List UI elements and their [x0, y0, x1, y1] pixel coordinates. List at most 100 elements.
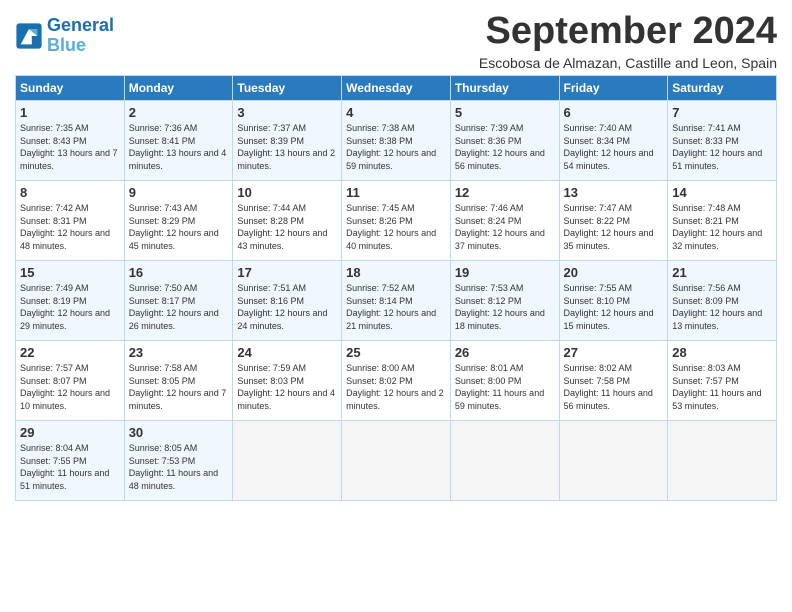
- day-number: 6: [564, 105, 664, 120]
- col-header-thursday: Thursday: [450, 76, 559, 101]
- day-number: 22: [20, 345, 120, 360]
- cell-info: Sunrise: 7:42 AMSunset: 8:31 PMDaylight:…: [20, 203, 110, 251]
- calendar-cell-day-1: 1 Sunrise: 7:35 AMSunset: 8:43 PMDaylight…: [16, 101, 125, 181]
- cell-info: Sunrise: 8:04 AMSunset: 7:55 PMDaylight:…: [20, 443, 109, 491]
- cell-info: Sunrise: 7:38 AMSunset: 8:38 PMDaylight:…: [346, 123, 436, 171]
- calendar-cell-day-12: 12Sunrise: 7:46 AMSunset: 8:24 PMDayligh…: [450, 181, 559, 261]
- day-number: 29: [20, 425, 120, 440]
- empty-cell: [450, 421, 559, 501]
- cell-info: Sunrise: 7:46 AMSunset: 8:24 PMDaylight:…: [455, 203, 545, 251]
- calendar-cell-day-2: 2Sunrise: 7:36 AMSunset: 8:41 PMDaylight…: [124, 101, 233, 181]
- calendar-cell-day-20: 20 Sunrise: 7:55 AMSunset: 8:10 PMDayligh…: [559, 261, 668, 341]
- calendar-cell-day-15: 15 Sunrise: 7:49 AMSunset: 8:19 PMDayligh…: [16, 261, 125, 341]
- day-number: 8: [20, 185, 120, 200]
- empty-cell: [233, 421, 342, 501]
- cell-info: Sunrise: 7:43 AMSunset: 8:29 PMDaylight:…: [129, 203, 219, 251]
- day-number: 9: [129, 185, 229, 200]
- day-number: 15: [20, 265, 120, 280]
- cell-info: Sunrise: 7:49 AMSunset: 8:19 PMDaylight:…: [20, 283, 110, 331]
- calendar-cell-day-21: 21 Sunrise: 7:56 AMSunset: 8:09 PMDayligh…: [668, 261, 777, 341]
- cell-info: Sunrise: 7:57 AMSunset: 8:07 PMDaylight:…: [20, 363, 110, 411]
- day-number: 13: [564, 185, 664, 200]
- calendar-cell-day-14: 14 Sunrise: 7:48 AMSunset: 8:21 PMDayligh…: [668, 181, 777, 261]
- day-number: 1: [20, 105, 120, 120]
- calendar-cell-day-13: 13 Sunrise: 7:47 AMSunset: 8:22 PMDayligh…: [559, 181, 668, 261]
- col-header-friday: Friday: [559, 76, 668, 101]
- day-number: 5: [455, 105, 555, 120]
- cell-info: Sunrise: 7:48 AMSunset: 8:21 PMDaylight:…: [672, 203, 762, 251]
- calendar-cell-day-27: 27 Sunrise: 8:02 AMSunset: 7:58 PMDayligh…: [559, 341, 668, 421]
- cell-info: Sunrise: 7:53 AMSunset: 8:12 PMDaylight:…: [455, 283, 545, 331]
- calendar-cell-day-22: 22 Sunrise: 7:57 AMSunset: 8:07 PMDayligh…: [16, 341, 125, 421]
- cell-info: Sunrise: 7:37 AMSunset: 8:39 PMDaylight:…: [237, 123, 335, 171]
- day-number: 27: [564, 345, 664, 360]
- day-number: 25: [346, 345, 446, 360]
- day-number: 21: [672, 265, 772, 280]
- calendar-table: SundayMondayTuesdayWednesdayThursdayFrid…: [15, 75, 777, 501]
- day-number: 16: [129, 265, 229, 280]
- empty-cell: [668, 421, 777, 501]
- day-number: 7: [672, 105, 772, 120]
- day-number: 11: [346, 185, 446, 200]
- month-title: September 2024: [479, 10, 777, 53]
- cell-info: Sunrise: 7:41 AMSunset: 8:33 PMDaylight:…: [672, 123, 762, 171]
- cell-info: Sunrise: 7:56 AMSunset: 8:09 PMDaylight:…: [672, 283, 762, 331]
- day-number: 30: [129, 425, 229, 440]
- day-number: 18: [346, 265, 446, 280]
- day-number: 14: [672, 185, 772, 200]
- calendar-cell-day-3: 3 Sunrise: 7:37 AMSunset: 8:39 PMDaylight…: [233, 101, 342, 181]
- cell-info: Sunrise: 7:55 AMSunset: 8:10 PMDaylight:…: [564, 283, 654, 331]
- col-header-sunday: Sunday: [16, 76, 125, 101]
- calendar-cell-day-17: 17 Sunrise: 7:51 AMSunset: 8:16 PMDayligh…: [233, 261, 342, 341]
- calendar-cell-day-11: 11 Sunrise: 7:45 AMSunset: 8:26 PMDayligh…: [342, 181, 451, 261]
- calendar-cell-day-7: 7 Sunrise: 7:41 AMSunset: 8:33 PMDaylight…: [668, 101, 777, 181]
- day-number: 3: [237, 105, 337, 120]
- cell-info: Sunrise: 7:52 AMSunset: 8:14 PMDaylight:…: [346, 283, 436, 331]
- day-number: 17: [237, 265, 337, 280]
- cell-info: Sunrise: 8:01 AMSunset: 8:00 PMDaylight:…: [455, 363, 544, 411]
- empty-cell: [342, 421, 451, 501]
- calendar-cell-day-16: 16 Sunrise: 7:50 AMSunset: 8:17 PMDayligh…: [124, 261, 233, 341]
- cell-info: Sunrise: 7:45 AMSunset: 8:26 PMDaylight:…: [346, 203, 436, 251]
- logo: General Blue: [15, 16, 114, 56]
- calendar-cell-day-23: 23 Sunrise: 7:58 AMSunset: 8:05 PMDayligh…: [124, 341, 233, 421]
- empty-cell: [559, 421, 668, 501]
- day-number: 26: [455, 345, 555, 360]
- cell-info: Sunrise: 8:02 AMSunset: 7:58 PMDaylight:…: [564, 363, 653, 411]
- cell-info: Sunrise: 7:44 AMSunset: 8:28 PMDaylight:…: [237, 203, 327, 251]
- calendar-cell-day-8: 8 Sunrise: 7:42 AMSunset: 8:31 PMDaylight…: [16, 181, 125, 261]
- col-header-wednesday: Wednesday: [342, 76, 451, 101]
- calendar-cell-day-18: 18 Sunrise: 7:52 AMSunset: 8:14 PMDayligh…: [342, 261, 451, 341]
- cell-info: Sunrise: 7:58 AMSunset: 8:05 PMDaylight:…: [129, 363, 227, 411]
- calendar-cell-day-4: 4 Sunrise: 7:38 AMSunset: 8:38 PMDaylight…: [342, 101, 451, 181]
- day-number: 4: [346, 105, 446, 120]
- day-number: 28: [672, 345, 772, 360]
- cell-info: Sunrise: 7:35 AMSunset: 8:43 PMDaylight:…: [20, 123, 118, 171]
- cell-info: Sunrise: 7:47 AMSunset: 8:22 PMDaylight:…: [564, 203, 654, 251]
- cell-info: Sunrise: 7:51 AMSunset: 8:16 PMDaylight:…: [237, 283, 327, 331]
- day-number: 19: [455, 265, 555, 280]
- day-number: 24: [237, 345, 337, 360]
- cell-info: Sunrise: 7:40 AMSunset: 8:34 PMDaylight:…: [564, 123, 654, 171]
- calendar-cell-day-9: 9 Sunrise: 7:43 AMSunset: 8:29 PMDaylight…: [124, 181, 233, 261]
- calendar-cell-day-30: 30 Sunrise: 8:05 AMSunset: 7:53 PMDayligh…: [124, 421, 233, 501]
- calendar-cell-day-26: 26 Sunrise: 8:01 AMSunset: 8:00 PMDayligh…: [450, 341, 559, 421]
- calendar-cell-day-28: 28 Sunrise: 8:03 AMSunset: 7:57 PMDayligh…: [668, 341, 777, 421]
- calendar-cell-day-5: 5 Sunrise: 7:39 AMSunset: 8:36 PMDaylight…: [450, 101, 559, 181]
- calendar-cell-day-25: 25 Sunrise: 8:00 AMSunset: 8:02 PMDayligh…: [342, 341, 451, 421]
- col-header-monday: Monday: [124, 76, 233, 101]
- day-number: 23: [129, 345, 229, 360]
- calendar-cell-day-29: 29 Sunrise: 8:04 AMSunset: 7:55 PMDayligh…: [16, 421, 125, 501]
- col-header-tuesday: Tuesday: [233, 76, 342, 101]
- cell-info: Sunrise: 7:36 AMSunset: 8:41 PMDaylight:…: [129, 123, 227, 171]
- day-number: 10: [237, 185, 337, 200]
- cell-info: Sunrise: 7:39 AMSunset: 8:36 PMDaylight:…: [455, 123, 545, 171]
- cell-info: Sunrise: 7:50 AMSunset: 8:17 PMDaylight:…: [129, 283, 219, 331]
- calendar-cell-day-6: 6 Sunrise: 7:40 AMSunset: 8:34 PMDaylight…: [559, 101, 668, 181]
- cell-info: Sunrise: 8:05 AMSunset: 7:53 PMDaylight:…: [129, 443, 218, 491]
- cell-info: Sunrise: 8:00 AMSunset: 8:02 PMDaylight:…: [346, 363, 444, 411]
- cell-info: Sunrise: 8:03 AMSunset: 7:57 PMDaylight:…: [672, 363, 761, 411]
- day-number: 20: [564, 265, 664, 280]
- calendar-cell-day-24: 24 Sunrise: 7:59 AMSunset: 8:03 PMDayligh…: [233, 341, 342, 421]
- cell-info: Sunrise: 7:59 AMSunset: 8:03 PMDaylight:…: [237, 363, 335, 411]
